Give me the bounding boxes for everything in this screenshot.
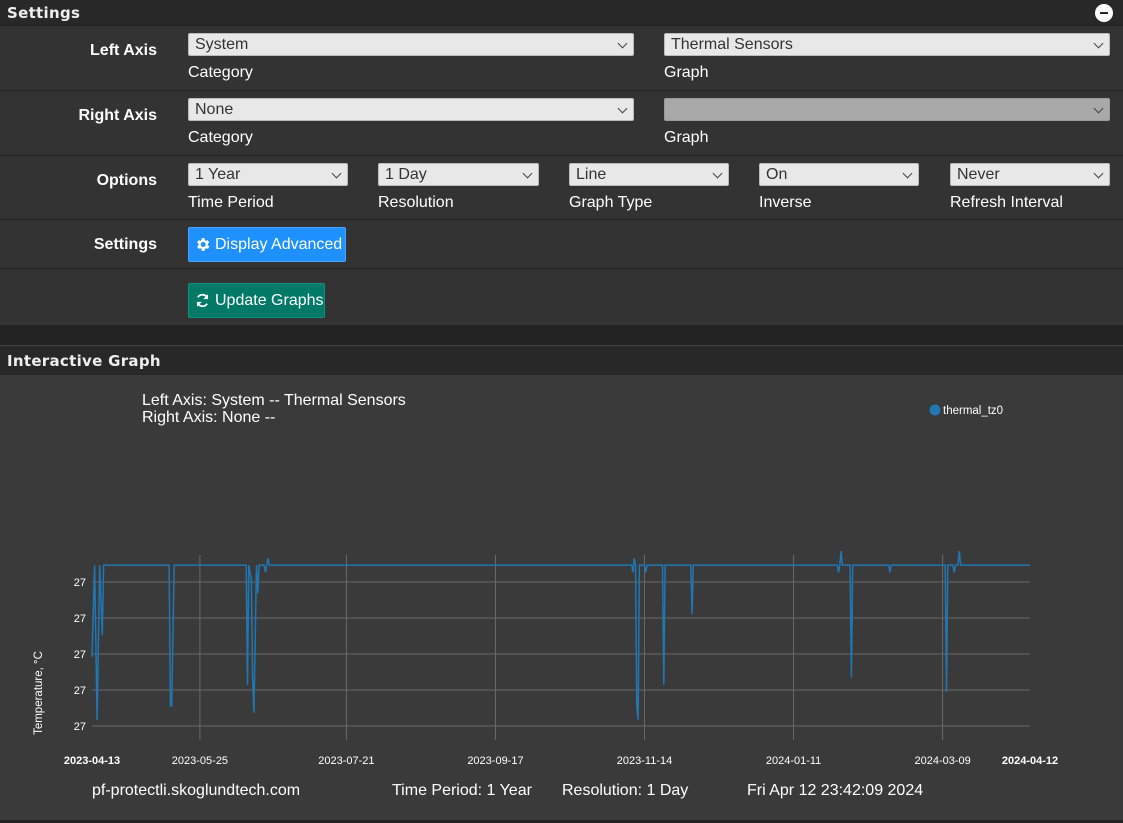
- advanced-settings-row: Settings Display Advanced: [0, 219, 1123, 268]
- series-line-thermal-tz0[interactable]: [91, 551, 1030, 721]
- inverse-select[interactable]: On: [759, 163, 919, 186]
- chevron-down-icon: [617, 38, 628, 49]
- inverse-value: On: [766, 166, 788, 183]
- x-tick-label: 2024-04-12: [1002, 755, 1058, 767]
- thermal-chart[interactable]: Left Axis: System -- Thermal Sensors Rig…: [0, 375, 1123, 822]
- graph-panel-title: Interactive Graph: [7, 351, 161, 370]
- time-period-value: 1 Year: [195, 166, 241, 183]
- graph-panel: Interactive Graph Left Axis: System -- T…: [0, 345, 1123, 822]
- y-tick-label: 27: [74, 721, 86, 733]
- chevron-down-icon: [1093, 38, 1104, 49]
- gear-icon: [197, 238, 210, 251]
- inverse-label: Inverse: [759, 194, 812, 211]
- graph-panel-header: Interactive Graph: [0, 345, 1123, 375]
- left-axis-category-value: System: [195, 36, 249, 53]
- time-period-select[interactable]: 1 Year: [188, 163, 348, 186]
- footer-timestamp: Fri Apr 12 23:42:09 2024: [747, 782, 923, 799]
- resolution-label: Resolution: [378, 194, 454, 211]
- right-axis-category-label: Category: [188, 129, 253, 146]
- footer-host: pf-protectli.skoglundtech.com: [92, 782, 300, 799]
- y-tick-label: 27: [74, 649, 86, 661]
- x-tick-label: 2023-04-13: [64, 755, 120, 767]
- right-axis-row: Right Axis None Category Graph: [0, 90, 1123, 155]
- settings-panel: Settings Left Axis System Category Therm…: [0, 0, 1123, 325]
- chart-header-right-axis: Right Axis: None --: [142, 409, 275, 426]
- options-label: Options: [96, 172, 157, 189]
- y-tick-label: 27: [74, 613, 86, 625]
- y-axis-label: Temperature, °C: [33, 651, 45, 735]
- right-axis-category-value: None: [195, 101, 234, 118]
- update-row: Update Graphs: [0, 268, 1123, 325]
- refresh-interval-value: Never: [957, 166, 1000, 183]
- x-tick-label: 2023-05-25: [172, 755, 228, 767]
- display-advanced-button[interactable]: Display Advanced: [188, 227, 346, 262]
- graph-area: Left Axis: System -- Thermal Sensors Rig…: [0, 375, 1123, 822]
- graph-type-value: Line: [576, 166, 607, 183]
- settings-panel-title: Settings: [7, 3, 81, 22]
- y-tick-label: 27: [74, 685, 86, 697]
- y-tick-label: 27: [74, 577, 86, 589]
- panel-separator: [0, 325, 1123, 345]
- x-tick-label: 2024-03-09: [914, 755, 970, 767]
- footer-time-period: Time Period: 1 Year: [392, 782, 533, 799]
- right-axis-graph-select: [664, 98, 1110, 121]
- options-row: Options 1 Year Time Period 1 Day Resolut…: [0, 155, 1123, 219]
- right-axis-label: Right Axis: [78, 107, 157, 124]
- left-axis-category-label: Category: [188, 64, 253, 81]
- left-axis-label: Left Axis: [90, 42, 157, 59]
- minus-circle-icon[interactable]: [1095, 3, 1113, 22]
- footer-resolution: Resolution: 1 Day: [562, 782, 688, 799]
- update-graphs-button[interactable]: Update Graphs: [188, 283, 325, 318]
- x-tick-label: 2023-09-17: [467, 755, 523, 767]
- left-axis-row: Left Axis System Category Thermal Sensor…: [0, 25, 1123, 90]
- chevron-down-icon: [902, 168, 913, 179]
- graph-type-label: Graph Type: [569, 194, 653, 211]
- legend-swatch: [929, 404, 941, 416]
- x-tick-label: 2024-01-11: [766, 755, 821, 767]
- chevron-down-icon: [331, 168, 342, 179]
- left-axis-graph-value: Thermal Sensors: [671, 36, 793, 53]
- chevron-down-icon: [1093, 168, 1104, 179]
- settings-panel-header: Settings: [0, 0, 1123, 25]
- graph-type-select[interactable]: Line: [569, 163, 729, 186]
- chevron-down-icon: [617, 103, 628, 114]
- left-axis-category-select[interactable]: System: [188, 33, 634, 56]
- resolution-select[interactable]: 1 Day: [378, 163, 539, 186]
- time-period-label: Time Period: [188, 194, 274, 211]
- resolution-value: 1 Day: [385, 166, 427, 183]
- left-axis-graph-select[interactable]: Thermal Sensors: [664, 33, 1110, 56]
- chart-header-left-axis: Left Axis: System -- Thermal Sensors: [142, 392, 406, 409]
- right-axis-category-select[interactable]: None: [188, 98, 634, 121]
- update-graphs-label: Update Graphs: [215, 291, 324, 309]
- refresh-interval-label: Refresh Interval: [950, 194, 1063, 211]
- refresh-icon: [196, 293, 209, 308]
- chevron-down-icon: [712, 168, 723, 179]
- refresh-interval-select[interactable]: Never: [950, 163, 1110, 186]
- chevron-down-icon: [1093, 103, 1104, 114]
- advanced-settings-label: Settings: [93, 236, 157, 253]
- x-tick-label: 2023-11-14: [617, 755, 672, 767]
- chevron-down-icon: [522, 168, 533, 179]
- right-axis-graph-label: Graph: [664, 129, 709, 146]
- legend-label[interactable]: thermal_tz0: [943, 405, 1003, 417]
- left-axis-graph-label: Graph: [664, 64, 709, 81]
- x-tick-label: 2023-07-21: [318, 755, 374, 767]
- display-advanced-label: Display Advanced: [215, 235, 343, 253]
